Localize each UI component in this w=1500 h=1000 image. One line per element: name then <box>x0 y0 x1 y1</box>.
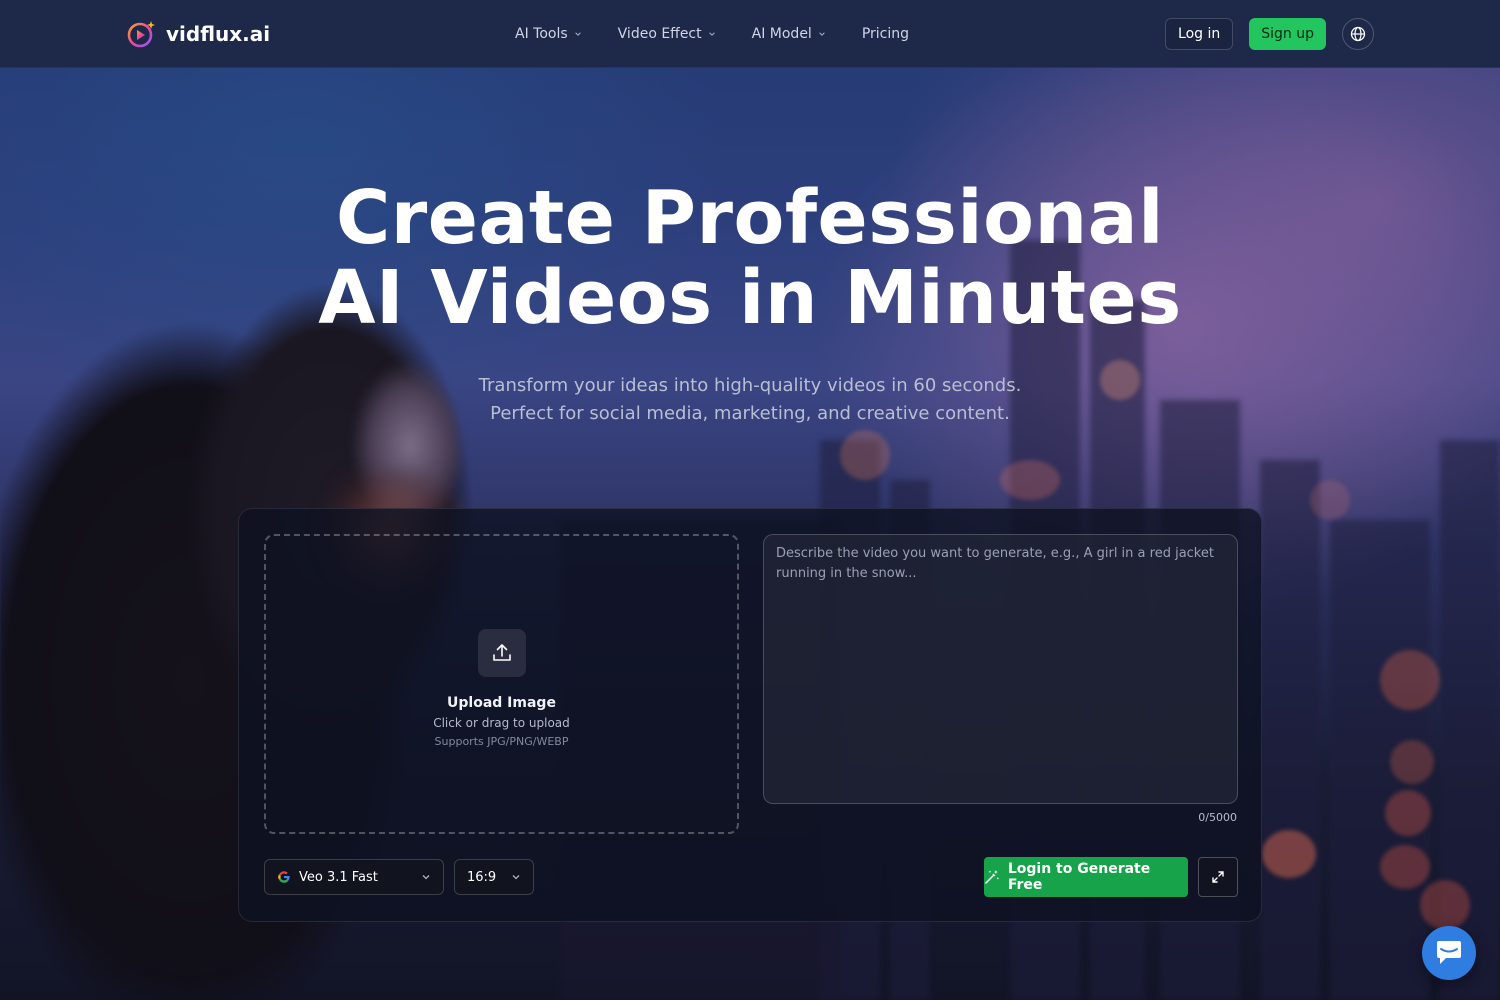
nav-video-effect-label: Video Effect <box>617 26 702 42</box>
aspect-ratio-select[interactable]: 16:9 <box>454 859 534 895</box>
hero-title: Create Professional AI Videos in Minutes <box>0 178 1500 338</box>
globe-icon <box>1350 26 1366 42</box>
hero-subtitle-line-2: Perfect for social media, marketing, and… <box>490 403 1010 424</box>
bokeh-light <box>1310 480 1350 520</box>
expand-icon <box>1212 871 1224 883</box>
hero-title-line-1: Create Professional <box>336 175 1164 261</box>
upload-icon-box <box>477 628 526 677</box>
login-button[interactable]: Log in <box>1165 18 1234 50</box>
nav-pricing[interactable]: Pricing <box>862 22 909 46</box>
model-select[interactable]: Veo 3.1 Fast <box>264 859 444 895</box>
expand-button[interactable] <box>1198 857 1238 897</box>
nav-ai-tools[interactable]: AI Tools <box>515 22 582 46</box>
chevron-down-icon <box>421 872 431 882</box>
generate-button-label: Login to Generate Free <box>1007 861 1151 893</box>
play-spark-logo-icon <box>126 19 156 49</box>
nav-ai-tools-label: AI Tools <box>515 26 568 42</box>
magic-wand-icon <box>985 870 1000 884</box>
aspect-ratio-value: 16:9 <box>467 869 497 885</box>
nav-actions: Log in Sign up <box>1165 18 1374 50</box>
upload-title: Upload Image <box>447 694 556 711</box>
city-building <box>1260 460 1320 1000</box>
hero-subtitle-line-1: Transform your ideas into high-quality v… <box>478 375 1022 396</box>
brand[interactable]: vidflux.ai <box>126 18 270 50</box>
bokeh-light <box>1380 845 1430 889</box>
bokeh-light <box>840 430 890 480</box>
bokeh-light <box>1390 740 1434 784</box>
chat-widget-button[interactable] <box>1422 926 1476 980</box>
bokeh-light <box>1420 880 1470 930</box>
bokeh-light <box>1262 830 1316 878</box>
nav-ai-model[interactable]: AI Model <box>752 22 826 46</box>
bokeh-light <box>1000 460 1060 500</box>
chevron-down-icon <box>819 32 825 36</box>
chevron-down-icon <box>574 32 581 36</box>
main-nav: AI Tools Video Effect AI Model Pricing <box>515 22 945 46</box>
upload-icon <box>492 643 511 661</box>
prompt-textarea[interactable] <box>763 534 1238 804</box>
language-button[interactable] <box>1342 18 1374 50</box>
nav-ai-model-label: AI Model <box>751 26 812 42</box>
nav-video-effect[interactable]: Video Effect <box>618 22 716 46</box>
generate-button[interactable]: Login to Generate Free <box>984 857 1188 897</box>
chevron-down-icon <box>511 872 521 882</box>
bokeh-light <box>1380 650 1440 710</box>
hero-title-line-2: AI Videos in Minutes <box>318 255 1182 341</box>
chevron-down-icon <box>708 32 715 36</box>
upload-hint: Click or drag to upload <box>433 715 570 730</box>
google-g-icon <box>278 871 290 883</box>
video-generator-card: Upload Image Click or drag to upload Sup… <box>238 508 1262 922</box>
upload-formats: Supports JPG/PNG/WEBP <box>434 734 569 748</box>
character-counter: 0/5000 <box>1198 811 1237 824</box>
chat-bubble-icon <box>1437 941 1461 964</box>
image-upload-dropzone[interactable]: Upload Image Click or drag to upload Sup… <box>264 534 739 834</box>
brand-name: vidflux.ai <box>166 22 271 46</box>
signup-button[interactable]: Sign up <box>1249 18 1326 50</box>
top-navbar: vidflux.ai AI Tools Video Effect AI Mode… <box>0 0 1500 68</box>
model-select-value: Veo 3.1 Fast <box>299 869 378 885</box>
nav-pricing-label: Pricing <box>861 26 910 42</box>
hero-subtitle: Transform your ideas into high-quality v… <box>0 372 1500 428</box>
bokeh-light <box>1385 790 1431 836</box>
